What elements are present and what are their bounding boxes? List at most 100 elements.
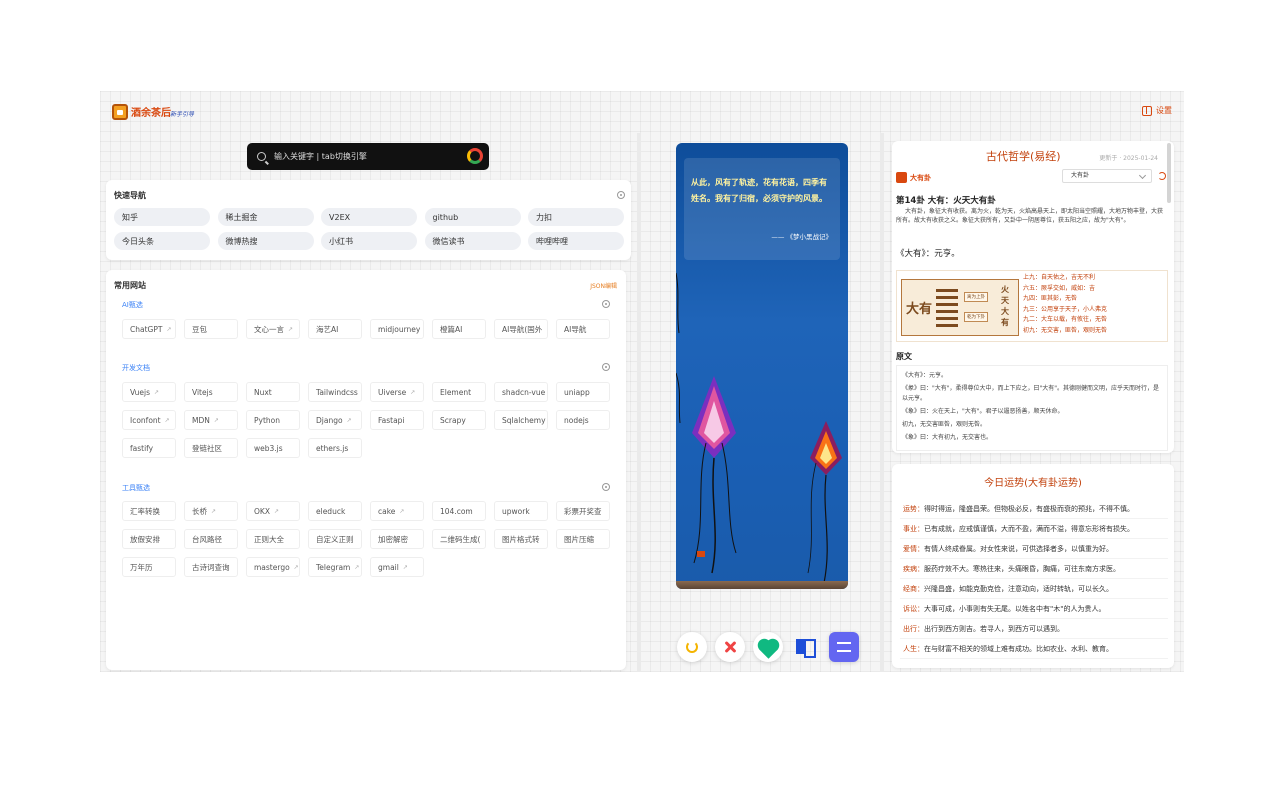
site-link[interactable]: upwork xyxy=(494,501,548,521)
yao-line[interactable]: 上九：自天佑之，吉无不利 xyxy=(1023,273,1107,284)
gua-select[interactable]: 大有卦 xyxy=(1062,169,1152,183)
site-link[interactable]: Django ↗ xyxy=(308,410,362,430)
site-link[interactable]: 放假安排 xyxy=(122,529,176,549)
site-link[interactable]: midjourney xyxy=(370,319,424,339)
site-link[interactable]: cake ↗ xyxy=(370,501,424,521)
site-link[interactable]: 古诗词查询 xyxy=(184,557,238,577)
yao-line[interactable]: 九三：公用享于天子，小人弗克 xyxy=(1023,305,1107,316)
site-link-label: Element xyxy=(440,387,472,397)
quick-nav-settings-icon[interactable] xyxy=(617,191,625,199)
site-link[interactable]: mastergo ↗ xyxy=(246,557,300,577)
site-link[interactable]: Tailwindcss xyxy=(308,382,362,402)
fortune-value: 兴隆昌盛，如能克勤克俭，注意动向，适时转轨，可以长久。 xyxy=(924,584,1113,593)
site-link[interactable]: Nuxt xyxy=(246,382,300,402)
hexagram-lines xyxy=(936,289,958,331)
site-link[interactable]: Iconfont ↗ xyxy=(122,410,176,430)
site-link[interactable]: 文心一言 ↗ xyxy=(246,319,300,339)
scrollbar[interactable] xyxy=(1167,143,1171,203)
external-link-icon: ↗ xyxy=(402,563,408,571)
site-link[interactable]: 橙篇AI xyxy=(432,319,486,339)
wallpaper-card[interactable]: 从此，风有了轨迹，花有花语，四季有姓名。我有了归宿，必须守护的风景。 —— 《梦… xyxy=(676,143,848,589)
site-link[interactable]: Vuejs ↗ xyxy=(122,382,176,402)
settings-button[interactable]: 设置 xyxy=(1142,105,1172,116)
section-settings-icon[interactable] xyxy=(602,363,610,371)
switch-button[interactable] xyxy=(829,632,859,662)
site-link[interactable]: nodejs xyxy=(556,410,610,430)
guide-link[interactable]: 新手引导 xyxy=(170,109,194,118)
search-icon xyxy=(257,152,266,161)
site-link[interactable]: fastify xyxy=(122,438,176,458)
google-engine-icon[interactable] xyxy=(467,148,483,164)
site-link[interactable]: shadcn-vue xyxy=(494,382,548,402)
external-link-icon: ↗ xyxy=(410,388,416,396)
site-link[interactable]: 正则大全 xyxy=(246,529,300,549)
site-link[interactable]: Fastapi xyxy=(370,410,424,430)
site-link[interactable]: ChatGPT ↗ xyxy=(122,319,176,339)
site-link[interactable]: 海艺AI xyxy=(308,319,362,339)
quick-nav-item[interactable]: 微信读书 xyxy=(424,232,521,250)
lower-trigram-label: 乾为下卦 xyxy=(964,312,988,322)
hexagram-vertical-name: 火天大有 xyxy=(1001,285,1009,327)
json-edit-button[interactable]: JSON编辑 xyxy=(590,281,617,290)
site-link[interactable]: 图片格式转 xyxy=(494,529,548,549)
yao-line[interactable]: 九二：大车以载，有攸往，无咎 xyxy=(1023,315,1107,326)
yao-line[interactable]: 六五：厥孚交如，威如：吉 xyxy=(1023,284,1107,295)
site-link[interactable]: AI导航(国外 xyxy=(494,319,548,339)
section-settings-icon[interactable] xyxy=(602,300,610,308)
gua-icon xyxy=(896,172,907,183)
site-link[interactable]: Sqlalchemy xyxy=(494,410,548,430)
undo-button[interactable] xyxy=(677,632,707,662)
quick-nav-item[interactable]: 稀土掘金 xyxy=(217,208,314,226)
site-link[interactable]: Vitejs xyxy=(184,382,238,402)
site-link[interactable]: 自定义正则 xyxy=(308,529,362,549)
quick-nav-item[interactable]: 力扣 xyxy=(528,208,624,226)
site-link[interactable]: 二维码生成( xyxy=(432,529,486,549)
site-link[interactable]: 台风路径 xyxy=(184,529,238,549)
panel-divider[interactable] xyxy=(880,133,884,672)
fortune-row: 事业： 已有成就，应戒慎谨慎，大而不盈，满而不溢，得意忘形将有损失。 xyxy=(900,519,1168,539)
site-link-label: Uiverse xyxy=(378,387,407,397)
quick-nav-item[interactable]: github xyxy=(424,208,521,226)
site-link[interactable]: 豆包 xyxy=(184,319,238,339)
site-link[interactable]: eleduck xyxy=(308,501,362,521)
site-list-ai: ChatGPT ↗ 豆包 文心一言 ↗ 海艺AI midjourney 橙篇AI AI导航(国外… xyxy=(122,319,610,339)
like-button[interactable] xyxy=(753,632,783,662)
site-link[interactable]: web3.js xyxy=(246,438,300,458)
site-link[interactable]: MDN ↗ xyxy=(184,410,238,430)
search-input[interactable] xyxy=(274,152,454,161)
site-link[interactable]: ethers.js xyxy=(308,438,362,458)
site-link-label: mastergo xyxy=(254,562,290,572)
site-link[interactable]: 长桥 ↗ xyxy=(184,501,238,521)
section-settings-icon[interactable] xyxy=(602,483,610,491)
panel-divider[interactable] xyxy=(637,133,641,672)
site-link[interactable]: Uiverse ↗ xyxy=(370,382,424,402)
quick-nav-item[interactable]: V2EX xyxy=(321,208,417,226)
site-link[interactable]: 104.com xyxy=(432,501,486,521)
site-link[interactable]: AI导航 xyxy=(556,319,610,339)
quick-nav-item[interactable]: 小红书 xyxy=(321,232,417,250)
settings-label: 设置 xyxy=(1156,106,1172,115)
site-link[interactable]: Scrapy xyxy=(432,410,486,430)
reset-icon[interactable] xyxy=(1158,172,1166,180)
quick-nav-item[interactable]: 今日头条 xyxy=(114,232,210,250)
site-link[interactable]: Telegram ↗ xyxy=(308,557,362,577)
site-link[interactable]: uniapp xyxy=(556,382,610,402)
site-link[interactable]: 图片压缩 xyxy=(556,529,610,549)
quick-nav-item[interactable]: 哔哩哔哩 xyxy=(528,232,624,250)
site-link[interactable]: 彩票开奖查 xyxy=(556,501,610,521)
site-link[interactable]: OKX ↗ xyxy=(246,501,300,521)
site-link[interactable]: gmail ↗ xyxy=(370,557,424,577)
brand-title[interactable]: 酒余茶后 xyxy=(131,104,171,119)
yao-line[interactable]: 九四：匪其彭，无咎 xyxy=(1023,294,1107,305)
site-link[interactable]: 加密解密 xyxy=(370,529,424,549)
site-link[interactable]: Element xyxy=(432,382,486,402)
site-link[interactable]: 登链社区 xyxy=(184,438,238,458)
yao-line[interactable]: 初九：无交害，匪咎，艰则无咎 xyxy=(1023,326,1107,337)
quick-nav-item[interactable]: 知乎 xyxy=(114,208,210,226)
read-button[interactable] xyxy=(791,632,821,662)
site-link[interactable]: 汇率转换 xyxy=(122,501,176,521)
site-link[interactable]: Python xyxy=(246,410,300,430)
site-link[interactable]: 万年历 xyxy=(122,557,176,577)
dislike-button[interactable] xyxy=(715,632,745,662)
quick-nav-item[interactable]: 微博热搜 xyxy=(217,232,314,250)
